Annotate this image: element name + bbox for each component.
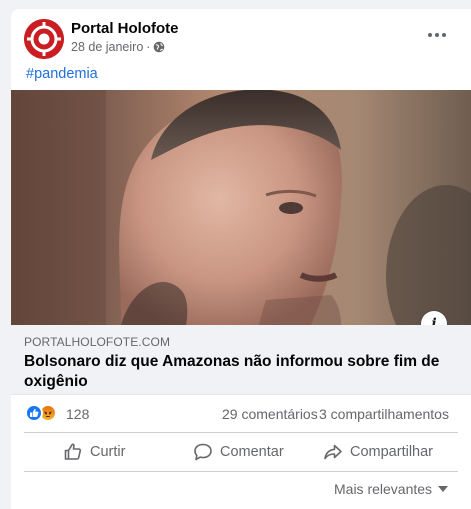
comment-icon: [194, 443, 212, 461]
post-header: Portal Holofote 28 de janeiro ·: [11, 9, 471, 65]
comments-sort-dropdown[interactable]: Mais relevantes: [334, 481, 449, 497]
sort-label: Mais relevantes: [334, 481, 433, 497]
like-reaction-icon: [25, 404, 43, 422]
link-title[interactable]: Bolsonaro diz que Amazonas não informou …: [24, 352, 454, 392]
comment-label: Comentar: [220, 444, 284, 460]
post-meta: 28 de janeiro ·: [71, 40, 165, 54]
link-preview-box[interactable]: PORTALHOLOFOTE.COM Bolsonaro diz que Ama…: [11, 325, 471, 395]
like-button[interactable]: Curtir: [63, 435, 125, 469]
ellipsis-dot: [442, 33, 446, 37]
comment-button[interactable]: Comentar: [193, 435, 284, 469]
ellipsis-dot: [435, 33, 439, 37]
thumbs-up-icon: [64, 443, 82, 460]
link-domain: PORTALHOLOFOTE.COM: [24, 335, 171, 349]
shares-count[interactable]: 3 compartilhamentos: [319, 406, 449, 422]
like-label: Curtir: [90, 444, 126, 460]
reactions-bar: 128 29 comentários 3 compartilhamentos: [11, 399, 471, 429]
share-label: Compartilhar: [350, 444, 433, 460]
reaction-icons[interactable]: [25, 404, 61, 422]
share-button[interactable]: Compartilhar: [323, 435, 433, 469]
divider: [24, 471, 458, 472]
page-avatar[interactable]: [24, 19, 64, 59]
more-options-button[interactable]: [423, 23, 451, 47]
meta-separator: ·: [146, 40, 151, 54]
globe-icon: [154, 41, 165, 53]
divider: [24, 432, 458, 433]
share-arrow-icon: [324, 444, 342, 460]
comments-count[interactable]: 29 comentários: [222, 406, 318, 422]
post-date[interactable]: 28 de janeiro: [71, 40, 143, 54]
caret-down-icon: [438, 486, 449, 492]
ellipsis-icon: [428, 33, 432, 37]
reaction-count[interactable]: 128: [66, 406, 89, 422]
holofote-logo-icon: [24, 19, 64, 59]
hashtag-link[interactable]: #pandemia: [26, 66, 98, 82]
link-preview-image[interactable]: [11, 90, 471, 325]
portrait-photo: [11, 90, 471, 325]
page-name-link[interactable]: Portal Holofote: [71, 20, 179, 37]
post-card: Portal Holofote 28 de janeiro · #pandemi…: [11, 9, 471, 509]
post-actions: Curtir Comentar Compartilhar: [11, 435, 471, 469]
